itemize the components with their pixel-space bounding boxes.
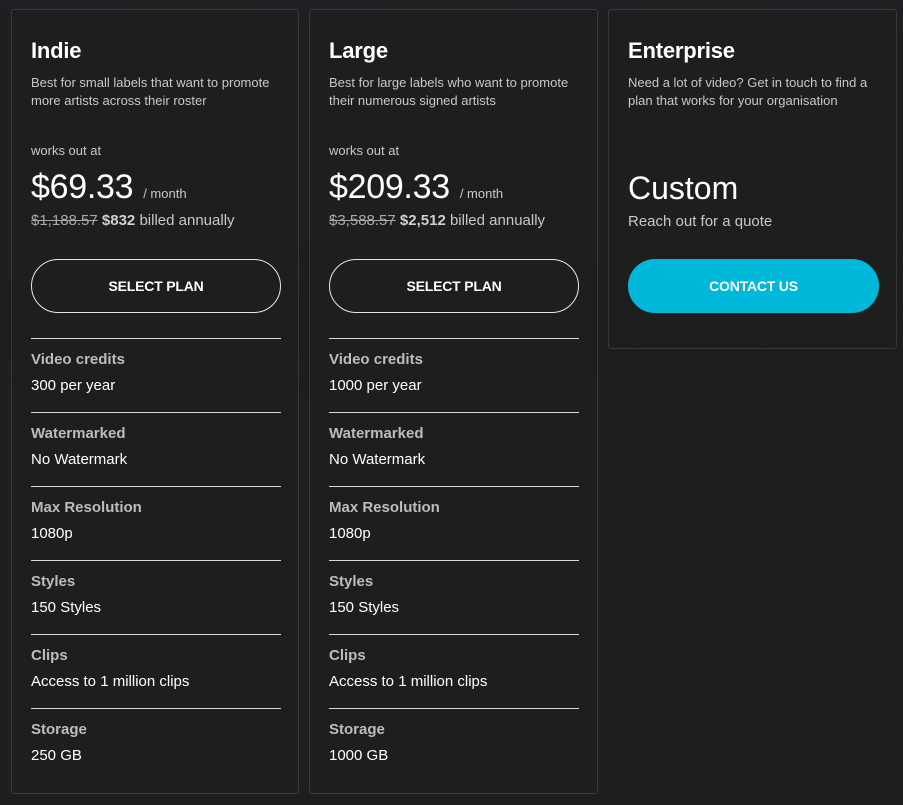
original-annual-price: $3,588.57	[329, 212, 396, 229]
feature-value: 250 GB	[31, 747, 82, 764]
feature-item: Video credits 300 per year	[31, 338, 281, 412]
feature-value: 1000 per year	[329, 377, 422, 394]
feature-value: 150 Styles	[31, 599, 102, 616]
feature-item: Clips Access to 1 million clips	[31, 634, 281, 708]
plan-name: Indie	[31, 38, 82, 63]
annual-billing: $1,188.57 $832 billed annually	[31, 212, 235, 229]
price-row: $69.33 / month	[31, 168, 187, 207]
feature-label: Max Resolution	[31, 499, 142, 516]
feature-item: Storage 1000 GB	[329, 708, 579, 782]
feature-value: 1080p	[31, 525, 73, 542]
works-out-label: works out at	[329, 143, 400, 158]
price-row: $209.33 / month	[329, 168, 503, 207]
feature-list: Video credits 1000 per year Watermarked …	[329, 338, 579, 782]
feature-label: Watermarked	[329, 425, 424, 442]
feature-value: Access to 1 million clips	[31, 673, 190, 690]
works-out-label: works out at	[31, 143, 102, 158]
select-plan-button[interactable]: SELECT PLAN	[31, 259, 281, 313]
feature-label: Video credits	[31, 351, 125, 368]
feature-item: Max Resolution 1080p	[329, 486, 579, 560]
feature-label: Clips	[31, 647, 68, 664]
feature-label: Storage	[31, 721, 87, 738]
billed-label: billed annually	[449, 212, 546, 229]
plan-description: Best for large labels who want to promot…	[329, 75, 569, 108]
feature-item: Styles 150 Styles	[329, 560, 579, 634]
discounted-annual-price: $2,512	[399, 212, 446, 229]
feature-value: No Watermark	[329, 451, 426, 468]
feature-label: Storage	[329, 721, 385, 738]
feature-label: Max Resolution	[329, 499, 440, 516]
feature-label: Clips	[329, 647, 366, 664]
plan-description: Need a lot of video? Get in touch to fin…	[628, 75, 868, 108]
contact-us-button[interactable]: CONTACT US	[628, 259, 879, 313]
feature-item: Video credits 1000 per year	[329, 338, 579, 412]
feature-label: Styles	[31, 573, 76, 590]
select-plan-button[interactable]: SELECT PLAN	[329, 259, 579, 313]
original-annual-price: $1,188.57	[31, 212, 98, 229]
feature-label: Styles	[329, 573, 374, 590]
feature-label: Video credits	[329, 351, 423, 368]
feature-value: Access to 1 million clips	[329, 673, 488, 690]
feature-item: Watermarked No Watermark	[31, 412, 281, 486]
feature-item: Storage 250 GB	[31, 708, 281, 782]
custom-price: Custom	[628, 170, 739, 206]
feature-value: No Watermark	[31, 451, 128, 468]
annual-billing: $3,588.57 $2,512 billed annually	[329, 212, 545, 229]
feature-value: 300 per year	[31, 377, 116, 394]
feature-label: Watermarked	[31, 425, 126, 442]
price-note: Reach out for a quote	[628, 213, 773, 230]
discounted-annual-price: $832	[101, 212, 136, 229]
plan-name: Enterprise	[628, 38, 735, 63]
plan-description: Best for small labels that want to promo…	[31, 75, 270, 108]
billed-label: billed annually	[139, 212, 235, 229]
price-period: / month	[459, 186, 504, 201]
plan-card-large: Large Best for large labels who want to …	[309, 9, 598, 794]
feature-item: Clips Access to 1 million clips	[329, 634, 579, 708]
feature-value: 1080p	[329, 525, 371, 542]
feature-item: Styles 150 Styles	[31, 560, 281, 634]
plan-card-enterprise: Enterprise Need a lot of video? Get in t…	[608, 9, 897, 349]
price-period: / month	[143, 186, 187, 201]
feature-value: 150 Styles	[329, 599, 400, 616]
feature-list: Video credits 300 per year Watermarked N…	[31, 338, 281, 782]
monthly-price: $209.33	[329, 168, 450, 206]
feature-item: Max Resolution 1080p	[31, 486, 281, 560]
monthly-price: $69.33	[31, 168, 134, 206]
feature-value: 1000 GB	[329, 747, 389, 764]
plan-name: Large	[329, 38, 388, 63]
feature-item: Watermarked No Watermark	[329, 412, 579, 486]
plan-card-indie: Indie Best for small labels that want to…	[11, 9, 299, 794]
